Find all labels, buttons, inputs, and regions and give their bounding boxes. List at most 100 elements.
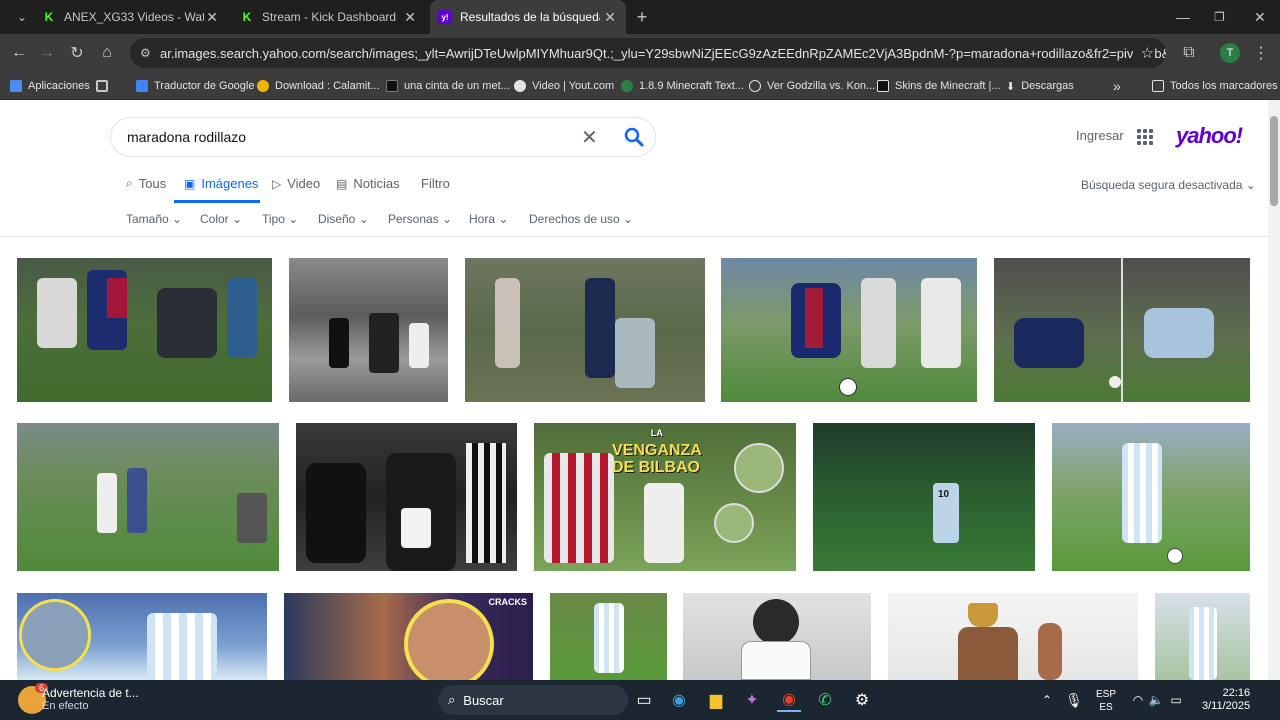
image-result[interactable]	[721, 258, 977, 402]
signin-link[interactable]: Ingresar	[1076, 128, 1124, 143]
edge-icon[interactable]: ◉	[667, 688, 691, 712]
image-result[interactable]	[17, 258, 272, 402]
bookmark-godzilla[interactable]: Ver Godzilla vs. Kon...	[749, 76, 875, 96]
battery-icon[interactable]: ▭	[1164, 688, 1188, 712]
tab-filter[interactable]: Filtro	[421, 176, 450, 191]
tab-kick-dashboard[interactable]: K Stream - Kick Dashboard ✕	[232, 0, 426, 34]
settings-gear-icon[interactable]: ⚙	[850, 688, 874, 712]
tab-all[interactable]: ⌕ Tous	[126, 176, 166, 191]
bookmark-grid[interactable]	[96, 76, 114, 96]
bookmark-label: Skins de Minecraft |...	[895, 80, 1001, 92]
window-close-icon[interactable]: ✕	[1254, 0, 1272, 34]
bookmark-translate[interactable]: Traductor de Google	[136, 76, 254, 96]
image-result[interactable]	[550, 593, 667, 680]
chevron-down-icon: ⌄	[1245, 178, 1256, 192]
minimize-icon[interactable]: —	[1176, 0, 1194, 34]
more-bookmarks-icon[interactable]: »	[1113, 76, 1121, 96]
forward-icon[interactable]: →	[36, 42, 58, 64]
image-result[interactable]	[465, 258, 705, 402]
image-result[interactable]	[888, 593, 1138, 680]
notification-title[interactable]: Advertencia de t...	[42, 686, 139, 700]
image-result[interactable]: 10	[813, 423, 1035, 571]
clear-search-icon[interactable]: ✕	[581, 125, 598, 150]
close-icon[interactable]: ✕	[604, 9, 616, 26]
tab-video[interactable]: ▷ Video	[272, 176, 320, 191]
file-explorer-icon[interactable]: ▆	[704, 688, 728, 712]
translate-icon	[136, 80, 148, 92]
whatsapp-icon[interactable]: ✆	[813, 688, 837, 712]
chrome-icon[interactable]: ◉	[777, 688, 801, 712]
tab-news[interactable]: ▤ Noticias	[336, 176, 400, 191]
image-result[interactable]	[296, 423, 517, 571]
tab-images[interactable]: ▣ Imágenes	[184, 176, 258, 191]
bookmark-apps[interactable]: Aplicaciones	[10, 76, 90, 96]
filter-color[interactable]: Color ⌄	[200, 212, 242, 226]
tab-yahoo-results[interactable]: y! Resultados de la búsqueda de i ✕	[430, 0, 626, 34]
bookmark-yout[interactable]: Video | Yout.com	[514, 76, 614, 96]
close-icon[interactable]: ✕	[206, 9, 218, 26]
image-result[interactable]	[17, 423, 279, 571]
image-result[interactable]: CRACKS	[284, 593, 533, 680]
image-result[interactable]	[683, 593, 871, 680]
chevron-down-icon: ⌄	[232, 212, 243, 226]
new-tab-button[interactable]: +	[632, 0, 652, 34]
bookmark-minecraft[interactable]: 1.8.9 Minecraft Text...	[621, 76, 744, 96]
bookmark-label: Video | Yout.com	[532, 80, 615, 92]
close-icon[interactable]: ✕	[404, 9, 416, 26]
tab-title: Resultados de la búsqueda de i	[460, 10, 600, 24]
apps-grid-icon[interactable]	[1137, 129, 1153, 145]
safe-search-dropdown[interactable]: Búsqueda segura desactivada ⌄	[1081, 178, 1256, 192]
tab-search-dropdown[interactable]: ⌄	[12, 0, 32, 34]
filter-label: Personas	[388, 212, 439, 226]
bookmark-descargas[interactable]: ⬇ Descargas	[1006, 76, 1074, 96]
tab-anex[interactable]: K ANEX_XG33 Videos - Watch On ✕	[34, 0, 228, 34]
page-scrollbar[interactable]	[1268, 100, 1280, 680]
image-result[interactable]	[994, 258, 1250, 402]
address-bar[interactable]: ⚙ ar.images.search.yahoo.com/search/imag…	[130, 38, 1166, 68]
image-result[interactable]	[289, 258, 448, 402]
scrollbar-thumb[interactable]	[1270, 116, 1278, 206]
tab-label: Tous	[138, 176, 167, 191]
bookmark-cinta[interactable]: una cinta de un met...	[386, 76, 510, 96]
taskbar-search[interactable]: ⌕ Buscar	[438, 685, 628, 715]
image-result[interactable]	[1052, 423, 1250, 571]
filter-time[interactable]: Hora ⌄	[469, 212, 508, 226]
language-indicator[interactable]: ESP ES	[1096, 688, 1116, 714]
reload-icon[interactable]: ↻	[66, 42, 88, 64]
microphone-icon[interactable]: 🎙	[1062, 688, 1086, 712]
extensions-icon[interactable]: ⧉	[1178, 42, 1200, 64]
filter-size[interactable]: Tamaño ⌄	[126, 212, 182, 226]
image-overlay-text: CRACKS	[488, 597, 527, 607]
filter-label: Derechos de uso	[529, 212, 620, 226]
filter-rights[interactable]: Derechos de uso ⌄	[529, 212, 633, 226]
task-view-icon[interactable]: ▭	[632, 688, 656, 712]
filter-people[interactable]: Personas ⌄	[388, 212, 452, 226]
image-result[interactable]	[17, 593, 267, 680]
bookmark-label: Aplicaciones	[28, 80, 90, 92]
yahoo-logo[interactable]: yahoo!	[1176, 123, 1243, 149]
maximize-icon[interactable]: ❐	[1214, 0, 1232, 34]
bookmark-star-icon[interactable]: ☆	[1132, 44, 1154, 62]
filter-type[interactable]: Tipo ⌄	[262, 212, 298, 226]
video-icon	[514, 80, 526, 92]
search-query[interactable]: maradona rodillazo	[127, 129, 246, 145]
clock[interactable]: 22:16 3/11/2025	[1202, 687, 1250, 713]
windows-start-icon[interactable]	[406, 689, 428, 711]
filter-layout[interactable]: Diseño ⌄	[318, 212, 369, 226]
search-icon[interactable]	[623, 126, 645, 148]
search-input[interactable]: maradona rodillazo ✕	[110, 117, 656, 157]
back-icon[interactable]: ←	[8, 42, 30, 64]
profile-avatar[interactable]: T	[1220, 43, 1240, 63]
menu-icon[interactable]: ⋮	[1250, 42, 1272, 64]
copilot-icon[interactable]: ✦	[740, 688, 764, 712]
image-result[interactable]	[1155, 593, 1250, 680]
bookmark-skins[interactable]: Skins de Minecraft |...	[877, 76, 1001, 96]
kick-icon: K	[44, 10, 54, 24]
image-result[interactable]: LA VENGANZA DE BILBAO	[534, 423, 796, 571]
windows-taskbar: 6 Advertencia de t... En efecto ⌕ Buscar …	[0, 680, 1280, 720]
bookmark-download[interactable]: Download : Calamit...	[257, 76, 380, 96]
chevron-up-icon[interactable]: ⌃	[1035, 688, 1059, 712]
bookmark-all[interactable]: Todos los marcadores	[1152, 76, 1278, 96]
home-icon[interactable]: ⌂	[96, 42, 118, 64]
site-info-icon[interactable]: ⚙	[140, 46, 151, 60]
